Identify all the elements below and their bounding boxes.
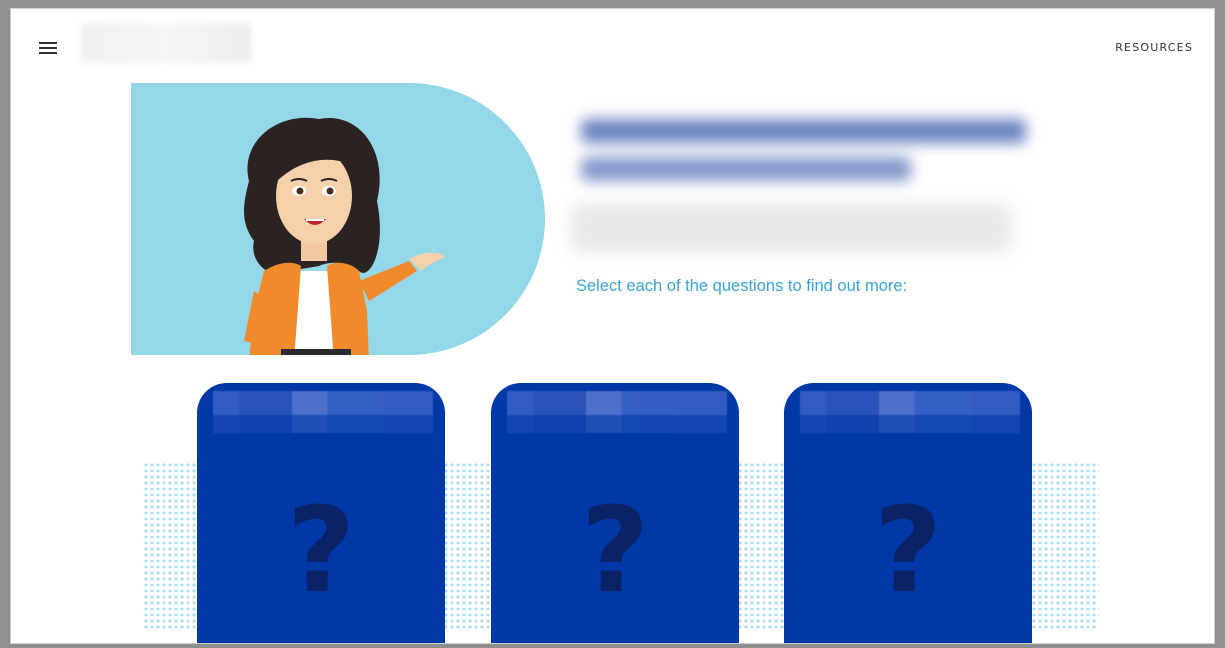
logo bbox=[81, 23, 251, 63]
question-card-1[interactable]: ? bbox=[197, 383, 445, 643]
question-card-title bbox=[800, 391, 1020, 433]
hero-image bbox=[131, 83, 545, 355]
question-mark-icon: ? bbox=[580, 481, 650, 619]
question-card-title bbox=[213, 391, 433, 433]
question-mark-icon: ? bbox=[286, 481, 356, 619]
resources-link[interactable]: RESOURCES bbox=[1115, 41, 1193, 54]
page-subheading bbox=[571, 204, 1011, 252]
question-card-3[interactable]: ? bbox=[784, 383, 1032, 643]
course-page: RESOURCES Select each of the questions t… bbox=[10, 8, 1215, 644]
question-card-2[interactable]: ? bbox=[491, 383, 739, 643]
question-card-title bbox=[507, 391, 727, 433]
instruction-text: Select each of the questions to find out… bbox=[576, 277, 908, 295]
presenter-illustration bbox=[244, 117, 445, 355]
hamburger-menu-icon[interactable] bbox=[39, 41, 59, 55]
question-mark-icon: ? bbox=[873, 481, 943, 619]
page-heading bbox=[571, 109, 1041, 199]
